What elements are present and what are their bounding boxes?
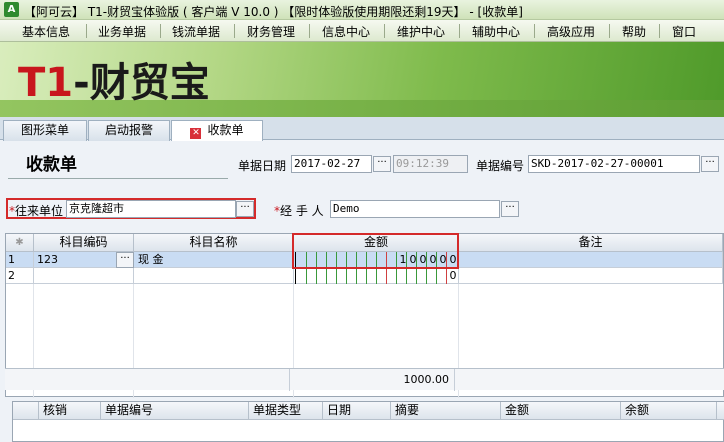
handler-field[interactable]: Demo [330, 200, 500, 218]
col-header-doc-number[interactable]: 单据编号 [101, 402, 249, 420]
col-header-amount2[interactable]: 金额 [501, 402, 621, 420]
amount-highlight [292, 233, 459, 269]
close-icon[interactable]: ✕ [190, 128, 202, 139]
handler-lookup-button[interactable]: ··· [501, 201, 519, 217]
menu-assist-center[interactable]: 辅助中心 [472, 23, 520, 40]
settlement-grid: 核销 单据编号 单据类型 日期 摘要 金额 余额 [12, 401, 724, 442]
number-label: 单据编号 [476, 159, 525, 173]
menu-business-docs[interactable]: 业务单据 [98, 23, 146, 40]
page-title: 收款单 [26, 155, 77, 175]
tab-graphic-menu[interactable]: 图形菜单 [3, 120, 87, 141]
partner-label: *往来单位 [9, 204, 64, 218]
date-field[interactable]: 2017-02-27 [291, 155, 372, 173]
menu-cashflow-docs[interactable]: 钱流单据 [172, 23, 220, 40]
code-lookup-button[interactable]: ··· [116, 252, 134, 268]
tab-receipt[interactable]: ✕ 收款单 [171, 120, 263, 142]
brand-logo: T1-财贸宝 [18, 60, 210, 106]
name-cell[interactable]: 现 金 [134, 252, 294, 268]
col-header-name[interactable]: 科目名称 [134, 234, 294, 252]
code-cell[interactable] [34, 268, 134, 284]
doc-number-button[interactable]: ··· [701, 156, 719, 172]
total-amount: 1000.00 [403, 373, 450, 386]
col-header-summary[interactable]: 摘要 [391, 402, 501, 420]
receipt-form: 收款单 单据日期 2017-02-27 ··· 09:12:39 单据编号 SK… [0, 141, 724, 442]
name-cell[interactable] [134, 268, 294, 284]
remark-cell[interactable] [459, 252, 723, 268]
tab-startup-alarm[interactable]: 启动报警 [88, 120, 170, 141]
col-header-balance[interactable]: 余额 [621, 402, 717, 420]
remark-cell[interactable] [459, 268, 723, 284]
date-label: 单据日期 [238, 159, 287, 173]
col-header-writeoff[interactable]: 核销 [39, 402, 101, 420]
partner-lookup-button[interactable]: ··· [236, 201, 254, 217]
menu-info-center[interactable]: 信息中心 [322, 23, 370, 40]
menu-finance[interactable]: 财务管理 [247, 23, 295, 40]
col-header-remark[interactable]: 备注 [459, 234, 723, 252]
col-header-doc-type[interactable]: 单据类型 [249, 402, 323, 420]
row-number-header: ✱ [6, 234, 34, 252]
doc-number-field[interactable]: SKD-2017-02-27-00001 [528, 155, 700, 173]
menu-bar: 基本信息 业务单据 钱流单据 财务管理 信息中心 维护中心 辅助中心 高级应用 … [0, 20, 724, 42]
time-field: 09:12:39 [393, 155, 468, 173]
brand-banner: T1-财贸宝 [0, 42, 724, 117]
window-title: 【阿可云】 T1-财贸宝体验版 ( 客户端 V 10.0 ) 【限时体验版使用期… [24, 5, 523, 19]
menu-basic-info[interactable]: 基本信息 [22, 23, 70, 40]
partner-field[interactable]: 京克隆超市 [66, 200, 236, 218]
total-row: 1000.00 [5, 368, 724, 391]
title-bar: A 【阿可云】 T1-财贸宝体验版 ( 客户端 V 10.0 ) 【限时体验版使… [0, 0, 724, 20]
date-picker-button[interactable]: ··· [373, 156, 391, 172]
app-icon: A [4, 2, 19, 17]
menu-advanced[interactable]: 高级应用 [547, 23, 595, 40]
col-header-date[interactable]: 日期 [323, 402, 391, 420]
handler-label: *经 手 人 [274, 204, 324, 218]
col-header-code[interactable]: 科目编码 [34, 234, 134, 252]
menu-maintenance[interactable]: 维护中心 [397, 23, 445, 40]
menu-help[interactable]: 帮助 [622, 23, 646, 40]
tab-bar: 图形菜单 启动报警 ✕ 收款单 [0, 117, 724, 142]
menu-window[interactable]: 窗口 [672, 23, 696, 40]
